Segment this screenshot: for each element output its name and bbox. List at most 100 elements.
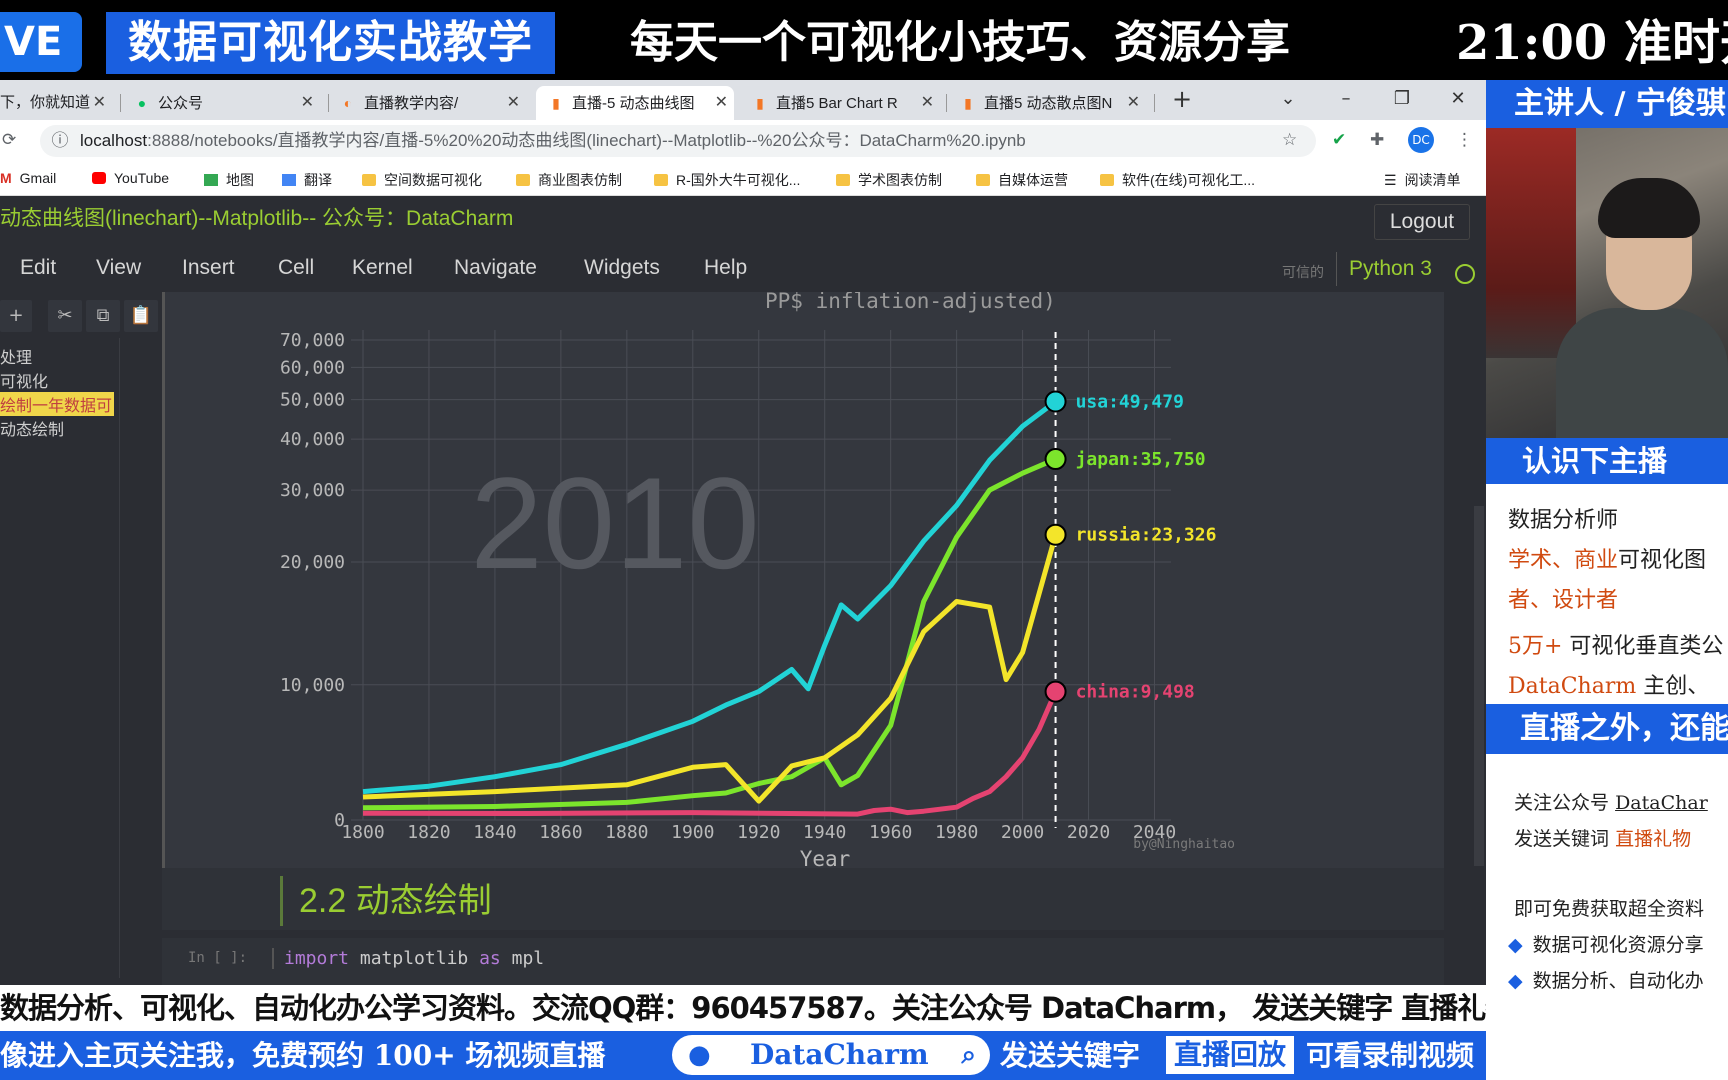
- x-tick-label: 1840: [473, 822, 516, 843]
- wechat-icon: ●: [688, 1040, 711, 1070]
- ticker-tail-text: 可看录制视频: [1306, 1039, 1475, 1072]
- close-icon[interactable]: ✕: [301, 86, 314, 120]
- menu-kebab-icon[interactable]: ⋮: [1456, 130, 1473, 150]
- bookmark-folder[interactable]: 学术图表仿制: [836, 170, 942, 190]
- bookmark-folder[interactable]: 自媒体运营: [976, 170, 1068, 190]
- folder-icon: [516, 174, 530, 186]
- tab-5[interactable]: ▮ 直播5 动态散点图N ✕: [960, 86, 1146, 120]
- notebook-scrollbar[interactable]: [1474, 506, 1484, 866]
- extension-check-icon[interactable]: ✔: [1332, 130, 1346, 150]
- star-icon[interactable]: ☆: [1282, 130, 1297, 150]
- close-icon[interactable]: ✕: [1127, 86, 1140, 120]
- toc-sidebar: 处理 可视化 绘制一年数据可 动态绘制: [0, 338, 120, 978]
- tab-label: 公众号: [158, 95, 204, 112]
- minimize-icon[interactable]: –: [1326, 84, 1366, 114]
- presenter-body: [1556, 308, 1728, 448]
- close-icon[interactable]: ✕: [921, 86, 934, 120]
- code-keyword: as: [479, 948, 501, 969]
- bookmark-gmail[interactable]: M Gmail: [0, 170, 56, 186]
- url-path: :8888/notebooks/直播教学内容/直播-5%20%20动态曲线图(l…: [147, 131, 1026, 150]
- add-cell-icon[interactable]: +: [0, 300, 32, 332]
- intro-line: 学术、商业可视化图: [1508, 548, 1707, 573]
- logout-button[interactable]: Logout: [1374, 204, 1470, 240]
- toc-item-current[interactable]: 绘制一年数据可: [0, 392, 115, 416]
- url-host: localhost: [80, 131, 148, 150]
- menu-help[interactable]: Help: [704, 256, 747, 280]
- reload-icon[interactable]: ⟳: [2, 130, 16, 150]
- toc-item[interactable]: 可视化: [0, 368, 48, 392]
- menu-cell[interactable]: Cell: [278, 256, 314, 280]
- cut-icon[interactable]: ✂: [48, 300, 82, 332]
- menu-insert[interactable]: Insert: [182, 256, 235, 280]
- banner-subtitle: 每天一个可视化小技巧、资源分享: [630, 17, 1290, 68]
- search-pill: ● DataCharm ⌕: [672, 1035, 990, 1075]
- browser-toolbar: ⟳ ⓘ localhost:8888/notebooks/直播教学内容/直播-5%…: [0, 120, 1486, 162]
- bookmark-folder[interactable]: 商业图表仿制: [516, 170, 622, 190]
- tab-2[interactable]: ◐ 直播教学内容/ ✕: [340, 86, 526, 120]
- bookmark-folder[interactable]: 空间数据可视化: [362, 170, 482, 190]
- tab-4[interactable]: ▮ 直播5 Bar Chart R ✕: [752, 86, 940, 120]
- series-endpoint-usa: [1044, 390, 1067, 413]
- chart-title-fragment: PP$ inflation-adjusted): [765, 292, 1056, 313]
- toc-item[interactable]: 处理: [0, 344, 32, 368]
- menu-navigate[interactable]: Navigate: [454, 256, 537, 280]
- paste-icon[interactable]: 📋: [124, 300, 158, 332]
- menu-kernel[interactable]: Kernel: [352, 256, 413, 280]
- notebook-title[interactable]: 动态曲线图(linechart)--Matplotlib-- 公众号：DataC…: [0, 202, 513, 232]
- close-icon[interactable]: ✕: [715, 86, 728, 120]
- tab-search-icon[interactable]: ⌄: [1268, 84, 1308, 114]
- tab-label: 直播5 动态散点图N: [984, 95, 1113, 112]
- code-alias: mpl: [511, 948, 545, 969]
- copy-icon[interactable]: ⧉: [86, 300, 120, 332]
- input-prompt: In [ ]:: [188, 950, 248, 966]
- presenter-panel: 主讲人 / 宁俊骐 认识下主播 数据分析师 学术、商业可视化图 者、设计者 5万…: [1486, 80, 1728, 1080]
- tab-label: 直播5 Bar Chart R: [776, 95, 898, 112]
- markdown-cell[interactable]: 2.2 动态绘制: [162, 868, 1444, 930]
- y-tick-label: 70,000: [280, 330, 345, 351]
- close-icon[interactable]: ✕: [507, 86, 520, 120]
- bookmark-folder[interactable]: 软件(在线)可视化工...: [1100, 170, 1255, 190]
- x-tick-label: 1960: [869, 822, 912, 843]
- gift-line: 发送关键词 直播礼物: [1514, 828, 1692, 850]
- restore-icon[interactable]: ❐: [1382, 84, 1422, 114]
- menu-view[interactable]: View: [96, 256, 141, 280]
- bookmarks-bar: M Gmail YouTube 地图 翻译 空间数据可视化 商业图表仿制 R-国外…: [0, 162, 1486, 196]
- gift-line: 即可免费获取超全资料: [1514, 898, 1705, 920]
- stream-banner: VE 数据可视化实战教学 每天一个可视化小技巧、资源分享 21:00 准时开: [0, 0, 1728, 80]
- menu-edit[interactable]: Edit: [20, 256, 56, 280]
- address-bar[interactable]: ⓘ localhost:8888/notebooks/直播教学内容/直播-5%20…: [40, 125, 1316, 157]
- tab-1[interactable]: ● 公众号 ✕: [134, 86, 320, 120]
- code-line[interactable]: import matplotlib as mpl: [272, 948, 544, 969]
- brand-name: DataCharm: [750, 1038, 929, 1071]
- close-icon[interactable]: ✕: [93, 86, 106, 120]
- tab-label: 直播教学内容/: [364, 95, 459, 112]
- x-tick-label: 2020: [1067, 822, 1110, 843]
- kernel-name: Python 3: [1336, 252, 1432, 286]
- tab-3-active[interactable]: ▮ 直播-5 动态曲线图 ✕: [536, 86, 734, 120]
- intro-line: 5万+ 可视化垂直类公: [1508, 634, 1724, 659]
- profile-avatar[interactable]: DC: [1408, 127, 1434, 153]
- reading-list[interactable]: ☰ 阅读清单: [1384, 170, 1461, 190]
- y-tick-label: 30,000: [280, 480, 345, 501]
- tab-separator: [328, 94, 329, 112]
- bookmark-translate[interactable]: 翻译: [282, 170, 332, 190]
- bookmark-folder[interactable]: R-国外大牛可视化...: [654, 170, 800, 190]
- extensions-icon[interactable]: ✚: [1370, 130, 1384, 150]
- new-tab-button[interactable]: +: [1162, 84, 1202, 114]
- beyond-title: 直播之外，还能: [1486, 704, 1728, 754]
- trusted-indicator[interactable]: 可信的: [1282, 262, 1324, 282]
- bookmark-youtube[interactable]: YouTube: [92, 170, 169, 186]
- y-tick-label: 60,000: [280, 357, 345, 378]
- code-cell[interactable]: In [ ]: import matplotlib as mpl: [162, 938, 1444, 985]
- section-heading: 2.2 动态绘制: [280, 876, 492, 926]
- diamond-icon: ◆: [1508, 934, 1523, 956]
- toc-item[interactable]: 动态绘制: [0, 416, 64, 440]
- background-shelf: [1486, 128, 1576, 358]
- tab-0[interactable]: 下，你就知道 ✕: [0, 86, 112, 120]
- bookmark-maps[interactable]: 地图: [204, 170, 254, 190]
- close-window-icon[interactable]: ✕: [1438, 84, 1478, 114]
- presenter-name: 主讲人 / 宁俊骐: [1486, 80, 1728, 128]
- ticker-key-text: 发送关键字: [1000, 1039, 1141, 1072]
- info-icon[interactable]: ⓘ: [40, 125, 80, 157]
- menu-widgets[interactable]: Widgets: [584, 256, 660, 280]
